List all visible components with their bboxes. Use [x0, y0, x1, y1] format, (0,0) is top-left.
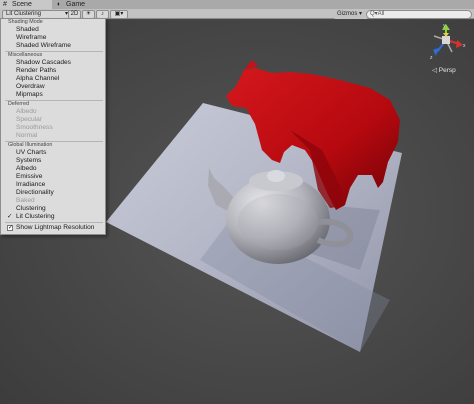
scene-search-input[interactable]: Q▾All — [366, 10, 472, 19]
show-lightmap-checkbox[interactable]: ✓ — [7, 225, 13, 231]
draw-mode-menu: Shading Mode Shaded Wireframe Shaded Wir… — [0, 18, 106, 235]
menu-item-alpha-channel[interactable]: Alpha Channel — [16, 75, 104, 83]
menu-item-systems[interactable]: Systems — [16, 157, 104, 165]
menu-item-irradiance[interactable]: Irradiance — [16, 181, 104, 189]
menu-item-shadow-cascades[interactable]: Shadow Cascades — [16, 59, 104, 67]
projection-label[interactable]: ◁ Persp — [432, 66, 456, 74]
scene-icon: # — [3, 1, 7, 8]
menu-header-deferred: Deferred — [8, 101, 29, 107]
checkmark-icon: ✓ — [7, 213, 13, 220]
menu-item-uv-charts[interactable]: UV Charts — [16, 149, 104, 157]
draw-mode-label: Lit Clustering — [6, 11, 42, 17]
menu-item-clustering[interactable]: Clustering — [16, 205, 104, 213]
tab-scene[interactable]: # Scene — [0, 0, 52, 9]
menu-header-miscellaneous: Miscellaneous — [8, 52, 43, 58]
menu-item-emissive[interactable]: Emissive — [16, 173, 104, 181]
effects-dropdown-button[interactable]: ▣▾ — [110, 10, 128, 19]
menu-item-overdraw[interactable]: Overdraw — [16, 83, 104, 91]
tab-game[interactable]: ◐ Game — [54, 0, 94, 9]
menu-item-smoothness: Smoothness — [16, 124, 53, 131]
gizmo-z-label[interactable]: z — [430, 55, 433, 61]
menu-divider — [5, 222, 103, 223]
gizmo-y-label[interactable]: y — [443, 23, 446, 29]
sun-icon: ☀ — [85, 11, 92, 17]
menu-item-normal: Normal — [16, 132, 38, 139]
menu-item-specular: Specular — [16, 116, 43, 123]
tab-scene-label: Scene — [12, 1, 32, 8]
game-icon: ◐ — [57, 1, 62, 8]
search-icon: Q▾All — [370, 11, 385, 17]
gizmos-dropdown[interactable]: Gizmos ▾ — [334, 10, 368, 19]
show-lightmap-resolution-label[interactable]: Show Lightmap Resolution — [16, 224, 104, 232]
menu-item-wireframe[interactable]: Wireframe — [16, 34, 104, 42]
menu-item-lit-clustering[interactable]: Lit Clustering — [16, 213, 104, 221]
menu-item-albedo-gi[interactable]: Albedo — [16, 165, 104, 173]
gizmos-label: Gizmos — [337, 11, 358, 17]
menu-item-shaded-wireframe[interactable]: Shaded Wireframe — [16, 42, 104, 50]
menu-item-render-paths[interactable]: Render Paths — [16, 67, 104, 75]
menu-item-albedo-deferred: Albedo — [16, 108, 37, 115]
2d-toggle-label: 2D — [70, 11, 79, 17]
image-icon: ▣▾ — [114, 11, 124, 17]
menu-header-shading-mode: Shading Mode — [8, 19, 43, 25]
menu-item-shaded[interactable]: Shaded — [16, 26, 104, 34]
speaker-icon: ♪ — [101, 11, 104, 17]
menu-header-global-illumination: Global Illumination — [8, 142, 53, 148]
menu-item-directionality[interactable]: Directionality — [16, 189, 104, 197]
menu-item-baked: Baked — [16, 197, 35, 204]
tab-game-label: Game — [66, 1, 86, 8]
gizmo-x-label[interactable]: x — [463, 43, 466, 49]
menu-item-mipmaps[interactable]: Mipmaps — [16, 91, 104, 99]
chevron-down-icon: ▾ — [359, 11, 363, 17]
